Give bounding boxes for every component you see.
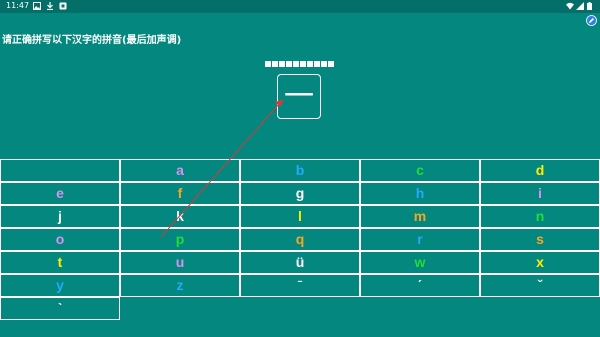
answer-slot bbox=[286, 61, 292, 67]
key-b[interactable]: b bbox=[240, 159, 360, 182]
download-icon bbox=[46, 2, 54, 10]
answer-slot bbox=[293, 61, 299, 67]
key-c[interactable]: c bbox=[360, 159, 480, 182]
key-d[interactable]: d bbox=[480, 159, 600, 182]
key-j[interactable]: j bbox=[0, 205, 120, 228]
key-u[interactable]: u bbox=[120, 251, 240, 274]
answer-slot bbox=[307, 61, 313, 67]
key-ˇ[interactable]: ˇ bbox=[480, 274, 600, 297]
status-time: 11:47 bbox=[6, 1, 30, 10]
signal-icon bbox=[576, 2, 584, 10]
key-l[interactable]: l bbox=[240, 205, 360, 228]
key-z[interactable]: z bbox=[120, 274, 240, 297]
key-ˋ[interactable]: ˋ bbox=[0, 297, 120, 320]
key-g[interactable]: g bbox=[240, 182, 360, 205]
key-empty[interactable] bbox=[0, 159, 120, 182]
answer-slot bbox=[321, 61, 327, 67]
key-r[interactable]: r bbox=[360, 228, 480, 251]
key-ˉ[interactable]: ˉ bbox=[240, 274, 360, 297]
gallery-icon bbox=[33, 2, 41, 10]
key-ü[interactable]: ü bbox=[240, 251, 360, 274]
key-t[interactable]: t bbox=[0, 251, 120, 274]
target-character: 一 bbox=[284, 79, 314, 114]
key-ˊ[interactable]: ˊ bbox=[360, 274, 480, 297]
answer-slot bbox=[265, 61, 271, 67]
key-w[interactable]: w bbox=[360, 251, 480, 274]
key-y[interactable]: y bbox=[0, 274, 120, 297]
edit-icon bbox=[586, 15, 597, 26]
answer-slot bbox=[314, 61, 320, 67]
key-x[interactable]: x bbox=[480, 251, 600, 274]
key-n[interactable]: n bbox=[480, 205, 600, 228]
key-o[interactable]: o bbox=[0, 228, 120, 251]
battery-icon bbox=[587, 2, 592, 10]
app-notification-icon bbox=[59, 2, 67, 10]
key-k[interactable]: k bbox=[120, 205, 240, 228]
key-i[interactable]: i bbox=[480, 182, 600, 205]
wifi-icon bbox=[566, 2, 574, 10]
answer-slots bbox=[265, 61, 334, 67]
answer-slot bbox=[328, 61, 334, 67]
key-m[interactable]: m bbox=[360, 205, 480, 228]
key-f[interactable]: f bbox=[120, 182, 240, 205]
answer-slot bbox=[300, 61, 306, 67]
key-s[interactable]: s bbox=[480, 228, 600, 251]
status-bar: 11:47 bbox=[0, 0, 600, 13]
key-e[interactable]: e bbox=[0, 182, 120, 205]
key-p[interactable]: p bbox=[120, 228, 240, 251]
target-character-box: 一 bbox=[277, 74, 321, 119]
key-a[interactable]: a bbox=[120, 159, 240, 182]
key-q[interactable]: q bbox=[240, 228, 360, 251]
answer-slot bbox=[272, 61, 278, 67]
edit-button[interactable] bbox=[586, 15, 597, 26]
answer-slot bbox=[279, 61, 285, 67]
instruction-text: 请正确拼写以下汉字的拼音(最后加声调) bbox=[2, 35, 182, 46]
key-h[interactable]: h bbox=[360, 182, 480, 205]
